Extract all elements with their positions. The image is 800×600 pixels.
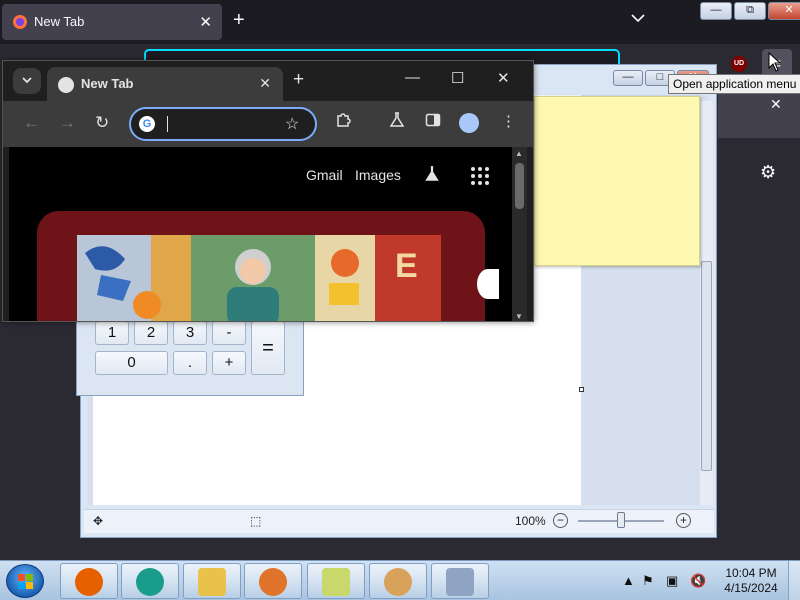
calc-button-3[interactable]: 3	[173, 321, 207, 345]
calc-button-minus[interactable]: -	[212, 321, 246, 345]
firefox-tab-close-icon[interactable]: ✕	[199, 13, 212, 31]
side-panel-icon[interactable]	[425, 112, 441, 132]
calc-button-decimal[interactable]: .	[173, 351, 207, 375]
sticky-notes-icon	[322, 568, 350, 596]
search-labs-flask-icon[interactable]	[423, 165, 441, 186]
images-link[interactable]: Images	[355, 167, 401, 183]
calc-button-plus[interactable]: +	[212, 351, 246, 375]
chrome-close-button[interactable]: ✕	[497, 69, 510, 87]
clock-time: 10:04 PM	[725, 566, 777, 580]
text-caret	[167, 116, 168, 132]
forward-arrow-icon[interactable]: →	[59, 113, 76, 133]
back-arrow-icon[interactable]: ←	[23, 113, 40, 133]
google-g-icon: G	[139, 116, 155, 132]
chrome-tab-label: New Tab	[81, 76, 134, 91]
firefox-icon	[75, 568, 103, 596]
edge-icon	[136, 568, 164, 596]
calc-button-0[interactable]: 0	[95, 351, 168, 375]
firefox-window-controls: — ⧉ ✕	[700, 2, 800, 20]
paint-minimize-button[interactable]: —	[613, 70, 643, 86]
folder-icon	[198, 568, 226, 596]
calc-button-equals[interactable]: =	[251, 321, 285, 375]
calc-button-1[interactable]: 1	[95, 321, 129, 345]
zoom-slider-thumb[interactable]	[617, 512, 625, 528]
scroll-down-arrow-icon[interactable]: ▼	[515, 312, 523, 321]
calculator-icon	[446, 568, 474, 596]
chrome-new-tab-button[interactable]: +	[293, 69, 304, 91]
paint-scroll-thumb[interactable]	[701, 261, 712, 471]
zoom-level-label: 100%	[515, 514, 546, 528]
chrome-maximize-button[interactable]: ☐	[451, 69, 464, 87]
taskbar-calculator-button[interactable]	[431, 563, 489, 599]
taskbar: ▲ ⚑ ▣ 🔇 10:04 PM 4/15/2024	[0, 560, 800, 600]
paint-vertical-scrollbar[interactable]	[700, 101, 713, 505]
chrome-menu-kebab-icon[interactable]: ⋮	[501, 112, 516, 130]
firefox-side-panel	[718, 94, 800, 138]
move-cursor-icon: ✥	[93, 514, 104, 528]
reload-icon[interactable]: ↻	[95, 113, 109, 133]
ublock-extension-icon[interactable]: UD	[731, 56, 747, 72]
google-apps-grid-icon[interactable]	[471, 167, 489, 185]
zoom-out-button[interactable]: −	[553, 513, 568, 528]
sticky-note[interactable]	[534, 96, 700, 266]
firefox-new-tab-button[interactable]: +	[233, 9, 245, 32]
windows-logo-icon	[18, 574, 34, 590]
profile-avatar-icon[interactable]	[459, 113, 479, 133]
list-all-tabs-icon[interactable]	[631, 10, 645, 26]
labs-flask-icon[interactable]	[389, 112, 405, 132]
svg-text:E: E	[395, 247, 418, 285]
chrome-tab-new-tab[interactable]: New Tab ✕	[47, 67, 283, 101]
chrome-minimize-button[interactable]: —	[405, 69, 420, 86]
chrome-toolbar: ← → ↻ G ☆ ⋮	[3, 101, 533, 147]
firefox-icon	[12, 14, 28, 33]
volume-muted-icon[interactable]: 🔇	[690, 573, 706, 589]
firefox-side-panel-close-icon[interactable]: ✕	[770, 96, 782, 113]
chrome-page-content: Gmail Images E	[9, 147, 512, 321]
media-player-icon	[259, 568, 287, 596]
firefox-minimize-button[interactable]: —	[700, 2, 732, 20]
taskbar-paint-button[interactable]	[369, 563, 427, 599]
action-center-flag-icon[interactable]: ⚑	[642, 573, 654, 589]
extensions-puzzle-icon[interactable]	[335, 112, 351, 132]
firefox-tab-bar: New Tab ✕ + — ⧉ ✕	[0, 0, 800, 44]
chrome-window: New Tab ✕ + — ☐ ✕ ← → ↻ G ☆ ⋮ Gmail Imag…	[2, 60, 534, 322]
network-icon[interactable]: ▣	[666, 573, 678, 589]
zoom-in-button[interactable]: +	[676, 513, 691, 528]
firefox-restore-button[interactable]: ⧉	[734, 2, 766, 20]
chrome-tab-close-icon[interactable]: ✕	[259, 75, 271, 92]
new-tab-favicon-icon	[58, 77, 74, 93]
chrome-address-bar[interactable]: G ☆	[129, 107, 317, 141]
google-doodle-image[interactable]: E	[77, 235, 441, 321]
taskbar-firefox-button[interactable]	[60, 563, 118, 599]
chrome-tab-bar: New Tab ✕ + — ☐ ✕	[3, 61, 533, 101]
taskbar-sticky-notes-button[interactable]	[307, 563, 365, 599]
system-clock[interactable]: 10:04 PM 4/15/2024	[720, 566, 782, 596]
show-hidden-icons-arrow[interactable]: ▲	[622, 573, 635, 588]
canvas-resize-handle[interactable]	[579, 387, 584, 392]
bookmark-star-icon[interactable]: ☆	[285, 114, 299, 134]
taskbar-media-player-button[interactable]	[244, 563, 302, 599]
clock-date: 4/15/2024	[724, 581, 778, 595]
tab-search-icon[interactable]	[13, 68, 41, 94]
firefox-close-button[interactable]: ✕	[768, 2, 800, 20]
firefox-tab-new-tab[interactable]: New Tab ✕	[2, 4, 222, 40]
scroll-up-arrow-icon[interactable]: ▲	[515, 149, 523, 158]
taskbar-explorer-button[interactable]	[183, 563, 241, 599]
paint-status-bar: ✥ ⬚ 100% − +	[84, 509, 714, 533]
show-desktop-button[interactable]	[788, 561, 800, 600]
gear-icon[interactable]: ⚙	[760, 162, 776, 183]
taskbar-edge-button[interactable]	[121, 563, 179, 599]
firefox-tab-label: New Tab	[34, 14, 85, 29]
calculator-window: 1 2 3 - 0 . + =	[76, 312, 304, 396]
start-button[interactable]	[6, 564, 44, 598]
app-menu-tooltip: Open application menu	[668, 74, 800, 94]
gmail-link[interactable]: Gmail	[306, 167, 343, 183]
chrome-vertical-scrollbar[interactable]: ▲ ▼	[512, 147, 527, 321]
paint-palette-icon	[384, 568, 412, 596]
chrome-scroll-thumb[interactable]	[515, 163, 524, 209]
selection-size-icon: ⬚	[250, 514, 262, 528]
calc-button-2[interactable]: 2	[134, 321, 168, 345]
mouse-cursor-icon	[768, 52, 782, 72]
share-doodle-button[interactable]	[477, 269, 499, 299]
